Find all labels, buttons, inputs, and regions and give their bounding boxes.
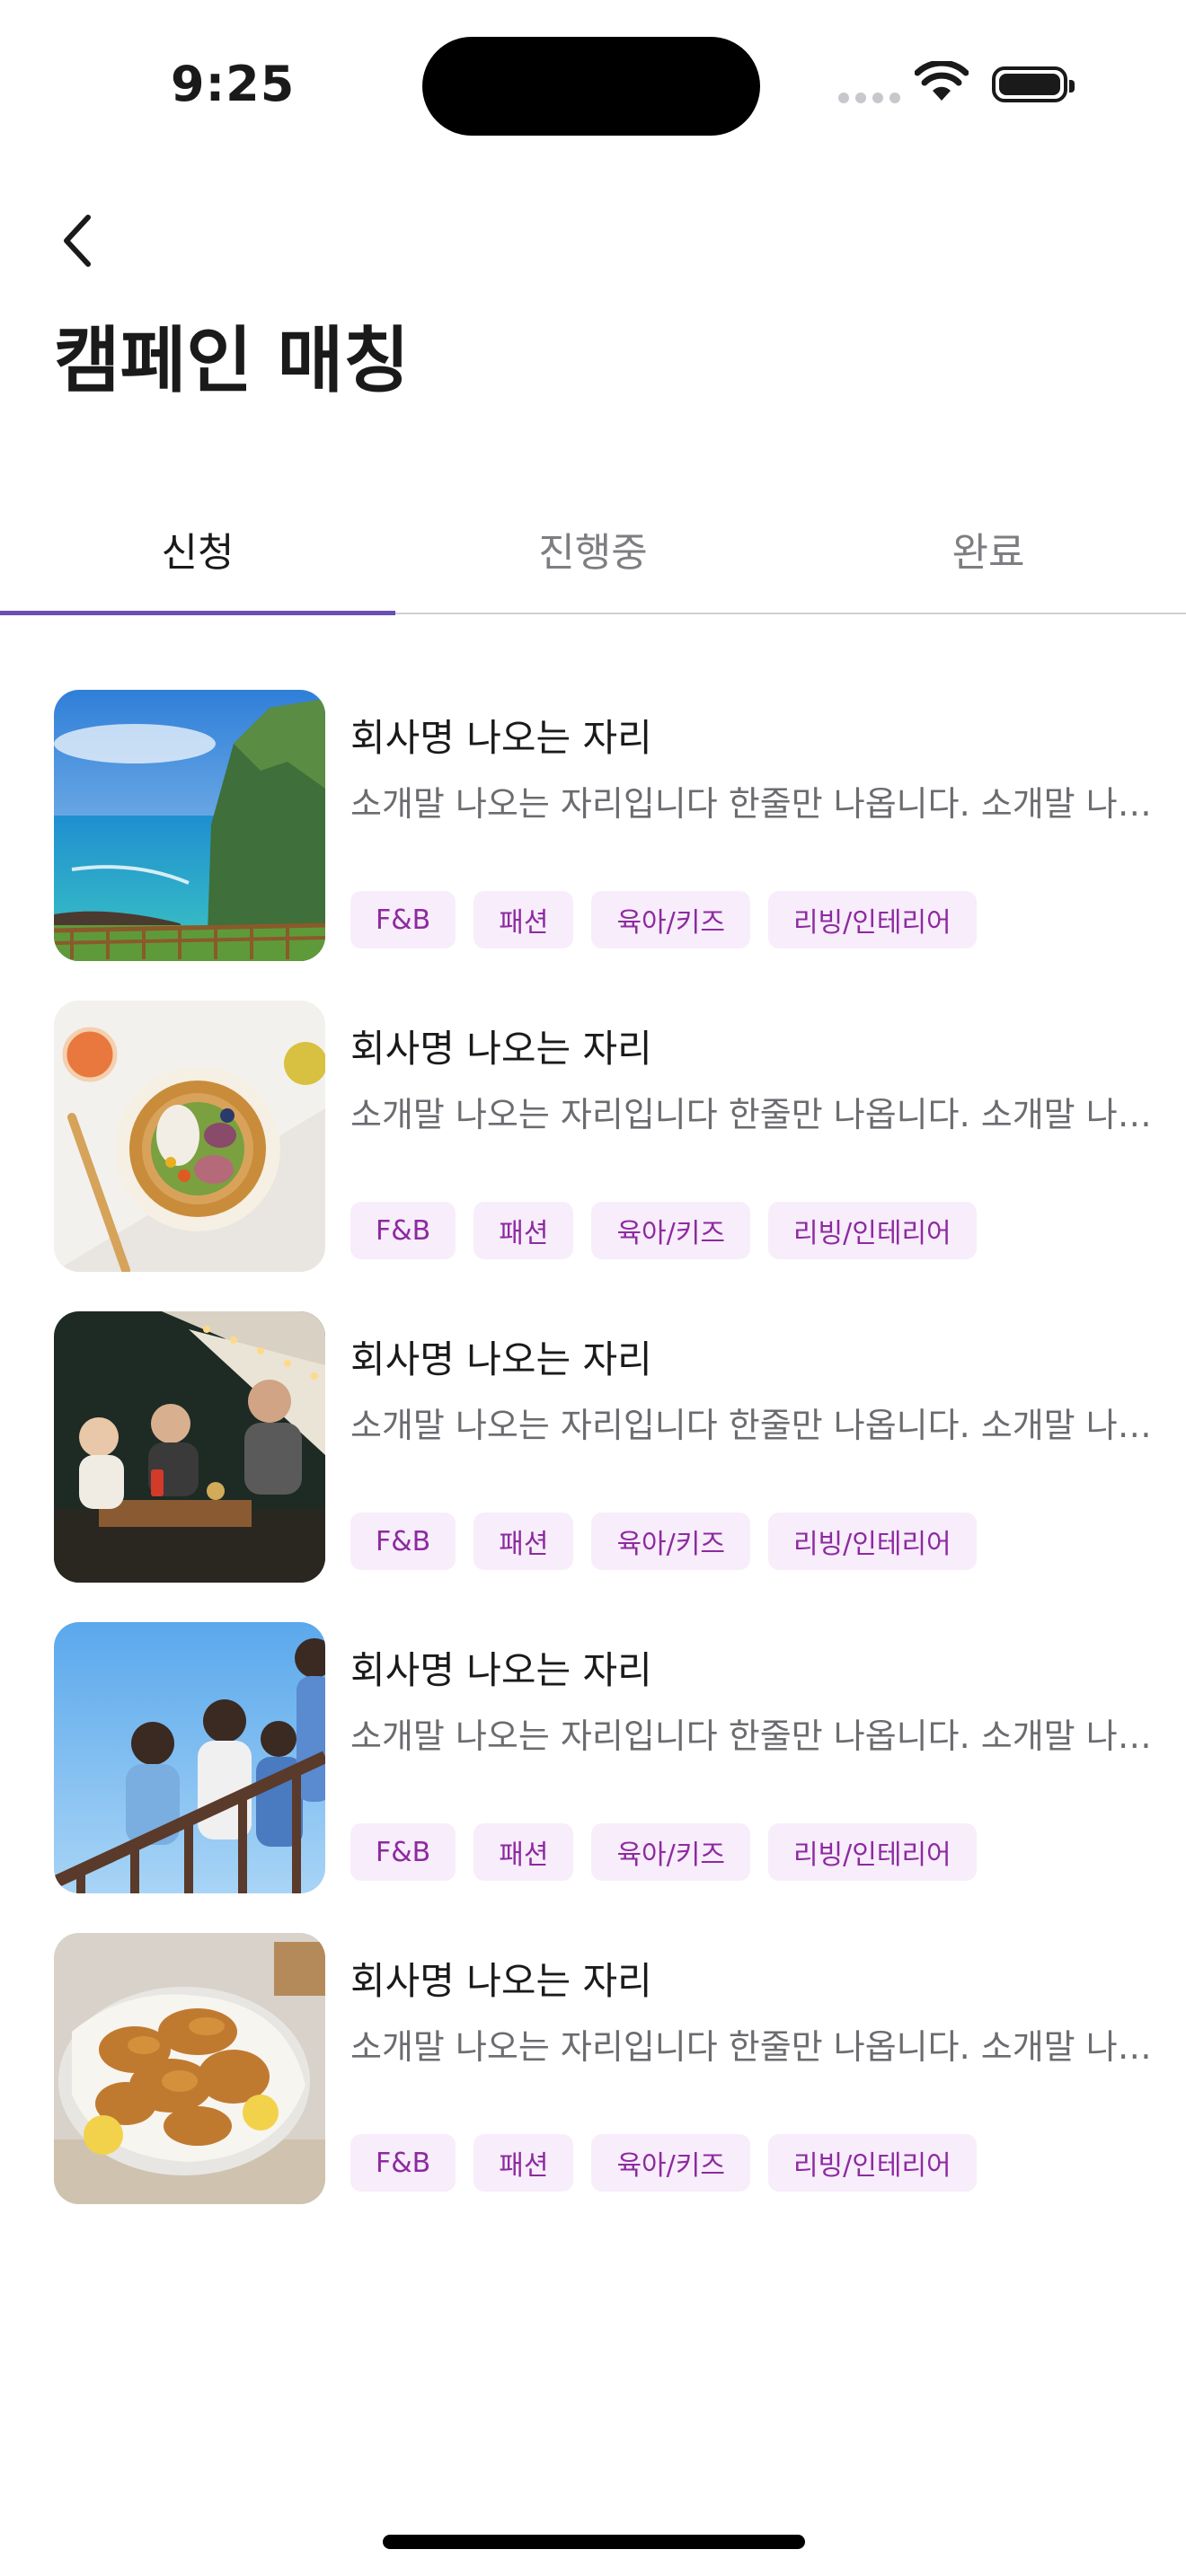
tag-chip[interactable]: 리빙/인테리어: [767, 1202, 977, 1259]
wifi-icon: [914, 59, 969, 106]
list-item[interactable]: 회사명 나오는 자리 소개말 나오는 자리입니다 한줄만 나옵니다. 소개말 나…: [54, 1622, 1168, 1893]
tag-chip[interactable]: F&B: [350, 1513, 456, 1570]
salad-bowl-photo: [54, 1001, 325, 1272]
company-name: 회사명 나오는 자리: [350, 1648, 652, 1692]
dynamic-island: [422, 37, 760, 136]
company-description: 소개말 나오는 자리입니다 한줄만 나옵니다. 소개말 나오는 자리입니다: [350, 1095, 1168, 1134]
tag-chip[interactable]: 리빙/인테리어: [767, 1513, 977, 1570]
cellular-signal-icon: [838, 93, 900, 103]
tab-completed[interactable]: 완료: [791, 485, 1186, 613]
tag-list: F&B 패션 육아/키즈 리빙/인테리어: [350, 891, 977, 948]
company-description: 소개말 나오는 자리입니다 한줄만 나옵니다. 소개말 나오는 자리입니다: [350, 1716, 1168, 1756]
home-indicator[interactable]: [383, 2535, 805, 2549]
tag-chip[interactable]: 패션: [474, 891, 574, 948]
tag-chip[interactable]: 육아/키즈: [591, 891, 750, 948]
tab-in-progress[interactable]: 진행중: [395, 485, 791, 613]
status-bar: 9:25: [0, 0, 1186, 171]
chevron-left-icon: [64, 215, 91, 267]
family-balcony-photo: [54, 1622, 325, 1893]
company-description: 소개말 나오는 자리입니다 한줄만 나옵니다. 소개말 나오는 자리입니다: [350, 2027, 1168, 2067]
list-item[interactable]: 회사명 나오는 자리 소개말 나오는 자리입니다 한줄만 나옵니다. 소개말 나…: [54, 690, 1168, 961]
tag-chip[interactable]: 리빙/인테리어: [767, 1823, 977, 1881]
tag-chip[interactable]: 육아/키즈: [591, 1823, 750, 1881]
tag-list: F&B 패션 육아/키즈 리빙/인테리어: [350, 2134, 977, 2192]
company-name: 회사명 나오는 자리: [350, 716, 652, 760]
company-name: 회사명 나오는 자리: [350, 1959, 652, 2003]
tag-chip[interactable]: F&B: [350, 2134, 456, 2192]
status-time: 9:25: [171, 56, 296, 112]
company-name: 회사명 나오는 자리: [350, 1337, 652, 1381]
tag-chip[interactable]: 패션: [474, 1513, 574, 1570]
tag-list: F&B 패션 육아/키즈 리빙/인테리어: [350, 1202, 977, 1259]
tag-chip[interactable]: F&B: [350, 891, 456, 948]
coastal-cliff-photo: [54, 690, 325, 961]
battery-icon: [992, 66, 1075, 102]
page-title: 캠페인 매칭: [54, 319, 410, 402]
tag-chip[interactable]: 리빙/인테리어: [767, 2134, 977, 2192]
tag-chip[interactable]: 육아/키즈: [591, 1202, 750, 1259]
back-button[interactable]: [50, 208, 104, 273]
tag-chip[interactable]: 패션: [474, 2134, 574, 2192]
tag-chip[interactable]: F&B: [350, 1202, 456, 1259]
tag-chip[interactable]: 패션: [474, 1202, 574, 1259]
tab-applied[interactable]: 신청: [0, 485, 395, 615]
company-name: 회사명 나오는 자리: [350, 1027, 652, 1071]
family-camping-photo: [54, 1311, 325, 1583]
list-item[interactable]: 회사명 나오는 자리 소개말 나오는 자리입니다 한줄만 나옵니다. 소개말 나…: [54, 1311, 1168, 1583]
tag-list: F&B 패션 육아/키즈 리빙/인테리어: [350, 1513, 977, 1570]
list-item[interactable]: 회사명 나오는 자리 소개말 나오는 자리입니다 한줄만 나옵니다. 소개말 나…: [54, 1001, 1168, 1272]
tag-list: F&B 패션 육아/키즈 리빙/인테리어: [350, 1823, 977, 1881]
tab-bar: 신청 진행중 완료: [0, 485, 1186, 615]
list-item[interactable]: 회사명 나오는 자리 소개말 나오는 자리입니다 한줄만 나옵니다. 소개말 나…: [54, 1933, 1168, 2204]
tag-chip[interactable]: 육아/키즈: [591, 2134, 750, 2192]
company-description: 소개말 나오는 자리입니다 한줄만 나옵니다. 소개말 나오는 자리입니다: [350, 1406, 1168, 1445]
tag-chip[interactable]: 패션: [474, 1823, 574, 1881]
company-description: 소개말 나오는 자리입니다 한줄만 나옵니다. 소개말 나오는 자리입니다: [350, 784, 1168, 824]
tag-chip[interactable]: 육아/키즈: [591, 1513, 750, 1570]
fried-chicken-photo: [54, 1933, 325, 2204]
tag-chip[interactable]: 리빙/인테리어: [767, 891, 977, 948]
tag-chip[interactable]: F&B: [350, 1823, 456, 1881]
